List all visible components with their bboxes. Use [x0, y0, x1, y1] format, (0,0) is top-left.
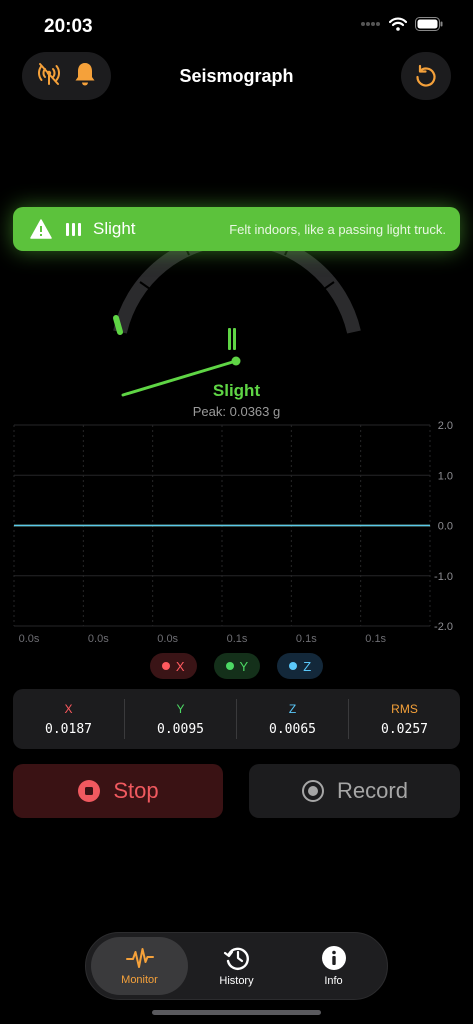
reading-z: Z 0.0065 [236, 699, 348, 739]
record-icon [302, 780, 325, 802]
legend-chip-y[interactable]: Y [213, 653, 261, 679]
chart-x-tick-label: 0.0s [88, 633, 109, 645]
reset-button[interactable] [401, 52, 451, 100]
legend-label: Y [239, 658, 249, 674]
stop-button[interactable]: Stop [13, 764, 223, 818]
chart-y-tick-label: -1.0 [434, 571, 453, 583]
tab-monitor[interactable]: Monitor [91, 937, 188, 995]
status-icons [361, 17, 443, 31]
reading-label: Y [176, 701, 185, 716]
reading-value: 0.0065 [269, 721, 316, 737]
legend-dot [161, 662, 170, 670]
reading-x: X 0.0187 [13, 699, 124, 739]
waveform-icon [125, 948, 154, 968]
record-button[interactable]: Record [249, 764, 460, 818]
warning-icon [30, 218, 52, 240]
chart-x-tick-label: 0.0s [157, 633, 178, 645]
cellular-signal-icon [361, 22, 380, 26]
reset-icon [416, 64, 436, 87]
reading-y: Y 0.0095 [124, 699, 236, 739]
wifi-icon [389, 17, 407, 31]
legend-chip-z[interactable]: Z [277, 653, 324, 679]
status-time: 20:03 [44, 16, 93, 37]
axis-readings-panel: X 0.0187 Y 0.0095 Z 0.0065 RMS 0.0257 [13, 689, 460, 749]
tab-bar: Monitor History Info [85, 932, 388, 1000]
reading-label: RMS [391, 701, 418, 716]
gauge-bar [233, 328, 236, 350]
gauge-level-arc [113, 315, 123, 335]
chart-y-tick-label: 2.0 [438, 420, 453, 432]
gauge-needle-hub [231, 356, 241, 366]
legend-chip-x[interactable]: X [149, 653, 197, 679]
axis-legend: X Y Z [0, 653, 473, 679]
tab-info[interactable]: Info [285, 937, 382, 995]
chart-y-tick-label: 0.0 [438, 521, 453, 533]
intensity-bars-icon [66, 222, 81, 236]
history-clock-icon [223, 947, 249, 970]
info-icon [321, 946, 346, 970]
reading-value: 0.0095 [157, 721, 204, 737]
legend-dot [225, 662, 234, 670]
gauge-track [113, 231, 361, 334]
peak-readout: Peak: 0.0363 g [192, 404, 281, 419]
reading-rms: RMS 0.0257 [348, 699, 460, 739]
tab-info-label: Info [324, 975, 343, 987]
chart-x-tick-label: 0.0s [19, 633, 40, 645]
battery-icon [415, 17, 443, 31]
legend-dot [289, 662, 298, 670]
chart-x-tick-label: 0.1s [365, 633, 386, 645]
reading-label: Z [288, 701, 297, 716]
reading-value: 0.0257 [381, 721, 428, 737]
banner-description: Felt indoors, like a passing light truck… [229, 221, 446, 237]
chart-y-tick-label: 1.0 [438, 470, 453, 482]
chart-x-tick-label: 0.1s [227, 633, 248, 645]
banner-intensity-level: Slight [93, 219, 136, 238]
legend-label: X [175, 658, 185, 674]
home-indicator [152, 1010, 321, 1015]
stop-icon [78, 780, 101, 802]
record-label: Record [337, 778, 408, 803]
waveform-chart: 2.0 1.0 0.0 -1.0 -2.0 0.0s 0.0s 0.0s 0.1s 0.1s 0.1… [13, 420, 453, 645]
tab-history[interactable]: History [188, 937, 285, 995]
stop-label: Stop [113, 778, 159, 803]
gauge-bar [228, 328, 231, 350]
reading-label: X [64, 701, 73, 716]
chart-x-tick-label: 0.1s [296, 633, 317, 645]
chart-y-tick-label: -2.0 [434, 621, 453, 633]
intensity-banner: Slight Felt indoors, like a passing ligh… [13, 207, 460, 251]
tab-monitor-label: Monitor [121, 974, 158, 986]
tab-history-label: History [219, 975, 254, 987]
status-bar: 20:03 [0, 0, 473, 54]
legend-label: Z [303, 658, 312, 674]
reading-value: 0.0187 [45, 721, 92, 737]
gauge-intensity-label: Slight [212, 381, 261, 400]
